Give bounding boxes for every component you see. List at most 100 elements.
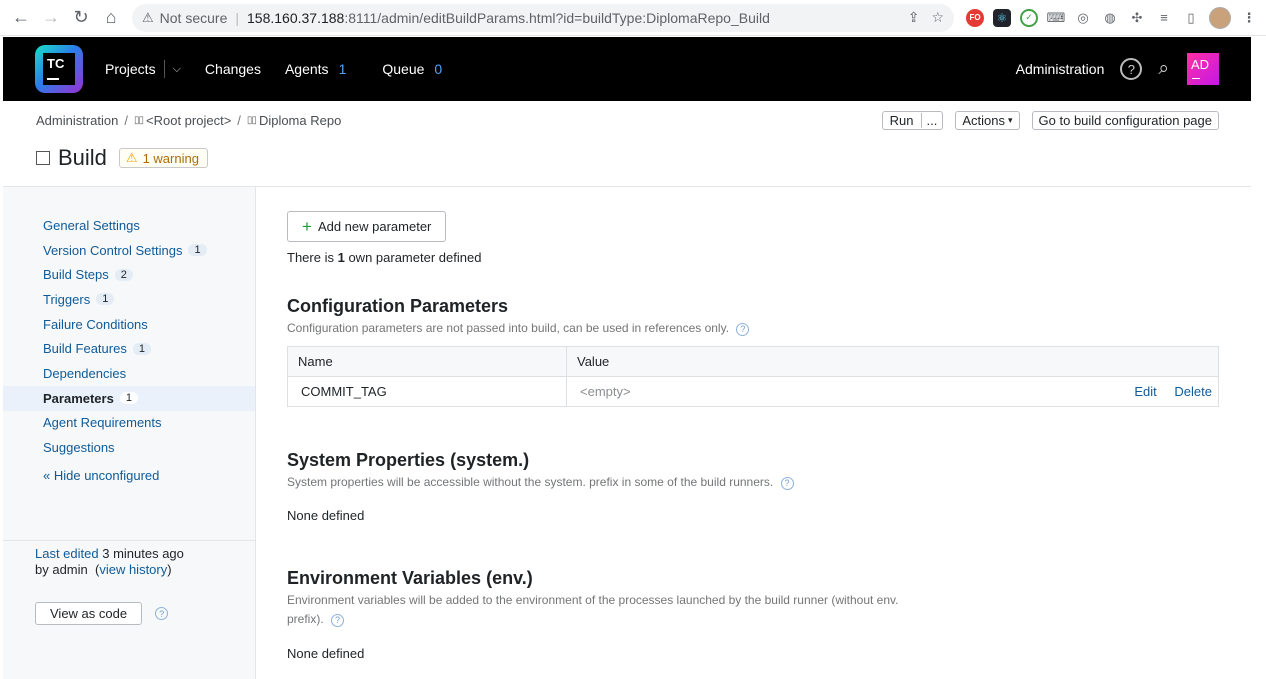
own-params-suffix: own parameter defined — [348, 250, 482, 265]
forward-icon[interactable]: → — [38, 5, 64, 31]
nav-changes[interactable]: Changes — [205, 61, 261, 77]
sidebar-item-vcs-settings[interactable]: Version Control Settings 1 — [3, 238, 255, 263]
warning-badge[interactable]: ⚠ 1 warning — [118, 148, 208, 168]
sidebar-item-build-features[interactable]: Build Features 1 — [3, 336, 255, 361]
nav-projects-label: Projects — [105, 61, 156, 77]
count-badge: 2 — [114, 268, 133, 281]
nav-queue-label: Queue — [382, 61, 425, 77]
reload-icon[interactable]: ↻ — [68, 5, 94, 31]
help-icon[interactable]: ? — [780, 477, 794, 490]
breadcrumb-separator: / — [124, 113, 128, 128]
breadcrumb-root-project[interactable]: <Root project> — [146, 113, 231, 128]
share-icon[interactable]: ⇪ — [908, 9, 920, 26]
sidebar-item-parameters[interactable]: Parameters 1 — [3, 385, 255, 411]
breadcrumb-administration[interactable]: Administration — [36, 113, 118, 128]
side-panel-icon[interactable]: ▯ — [1182, 8, 1200, 27]
warning-text: 1 warning — [142, 150, 199, 166]
sidebar-item-triggers[interactable]: Triggers 1 — [3, 287, 255, 312]
help-icon[interactable]: ? — [736, 323, 750, 336]
table-row[interactable]: COMMIT_TAG <empty> Edit Delete — [287, 376, 1219, 407]
select-checkbox[interactable] — [36, 151, 50, 165]
top-actions: Run ... Actions ▾ Go to build configurat… — [881, 111, 1219, 130]
keyboard-extension-icon[interactable]: ⌨ — [1047, 8, 1065, 27]
count-badge: 1 — [188, 244, 207, 257]
warning-icon: ⚠ — [142, 9, 154, 25]
add-new-parameter-button[interactable]: + Add new parameter — [287, 211, 447, 242]
table-header-row: Name Value — [287, 346, 1219, 377]
sidebar-item-general-settings[interactable]: General Settings — [3, 213, 255, 238]
main-nav: Projects ⌵ Changes Agents 1 Queue 0 — [105, 60, 466, 78]
sidebar: General Settings Version Control Setting… — [3, 187, 256, 679]
delete-link[interactable]: Delete — [1174, 384, 1212, 399]
config-params-desc-text: Configuration parameters are not passed … — [287, 321, 730, 335]
logo-text: TC — [43, 53, 75, 85]
config-params-desc: Configuration parameters are not passed … — [287, 319, 750, 338]
sidebar-item-label: Failure Conditions — [43, 316, 148, 332]
address-bar[interactable]: ⚠ Not secure | 158.160.37.188 :8111/admi… — [132, 3, 954, 32]
breadcrumb: Administration / ▯▯ <Root project> / ▯▯ … — [36, 113, 341, 128]
media-icon[interactable]: ≡ — [1155, 8, 1173, 27]
user-avatar[interactable]: AD — [1187, 53, 1219, 85]
header-right: Administration ? ⌕ AD — [1016, 53, 1251, 85]
globe-icon[interactable]: ◍ — [1101, 8, 1119, 27]
home-icon[interactable]: ⌂ — [98, 5, 124, 31]
run-button[interactable]: Run — [883, 113, 921, 128]
count-badge: 1 — [119, 392, 138, 405]
breadcrumb-separator: / — [237, 113, 241, 128]
green-extension-icon[interactable]: ✓ — [1020, 8, 1038, 27]
system-props-desc: System properties will be accessible wit… — [287, 473, 794, 492]
nav-projects[interactable]: Projects ⌵ — [105, 60, 181, 78]
circle-extension-icon[interactable]: ◎ — [1074, 8, 1092, 27]
bookmark-star-icon[interactable]: ☆ — [931, 9, 944, 26]
search-icon[interactable]: ⌕ — [1158, 58, 1169, 80]
hide-unconfigured-link[interactable]: « Hide unconfigured — [43, 468, 159, 483]
nav-queue[interactable]: Queue 0 — [382, 61, 442, 77]
sidebar-item-agent-requirements[interactable]: Agent Requirements — [3, 411, 255, 436]
column-header-value: Value — [566, 346, 1219, 377]
profile-avatar[interactable] — [1209, 6, 1231, 29]
count-badge: 1 — [96, 293, 115, 306]
sidebar-item-label: Build Steps — [43, 267, 109, 283]
view-code-row: View as code ? — [35, 602, 169, 625]
administration-link[interactable]: Administration — [1016, 61, 1105, 77]
config-params-table: Name Value COMMIT_TAG <empty> Edit Delet… — [287, 346, 1219, 407]
breadcrumb-project[interactable]: Diploma Repo — [259, 113, 341, 128]
actions-dropdown[interactable]: Actions ▾ — [955, 111, 1020, 130]
actions-label: Actions — [962, 113, 1005, 128]
sidebar-item-build-steps[interactable]: Build Steps 2 — [3, 262, 255, 287]
warning-triangle-icon: ⚠ — [125, 150, 138, 165]
view-history-link[interactable]: view history — [99, 562, 167, 577]
sidebar-nav: General Settings Version Control Setting… — [3, 187, 255, 460]
url-path: :8111/admin/editBuildParams.html?id=buil… — [344, 9, 770, 26]
last-edited-link[interactable]: Last edited — [35, 546, 99, 561]
teamcity-logo[interactable]: TC — [35, 45, 83, 93]
project-icon: ▯▯ — [134, 115, 144, 126]
own-params-count: 1 — [337, 250, 345, 265]
last-edited-time: 3 minutes ago — [102, 546, 184, 561]
help-icon[interactable]: ? — [331, 614, 345, 627]
config-params-title: Configuration Parameters — [287, 296, 509, 316]
sidebar-item-failure-conditions[interactable]: Failure Conditions — [3, 312, 255, 337]
nav-agents-label: Agents — [284, 61, 329, 77]
run-more-button[interactable]: ... — [920, 113, 943, 128]
chevron-down-icon[interactable]: ⌵ — [173, 63, 181, 76]
nav-agents[interactable]: Agents 1 — [285, 61, 346, 77]
fo-extension-icon[interactable]: FO — [966, 8, 984, 27]
view-as-code-button[interactable]: View as code — [35, 602, 143, 625]
react-devtools-icon[interactable]: ⚛ — [993, 8, 1011, 27]
edit-link[interactable]: Edit — [1134, 384, 1156, 399]
help-icon[interactable]: ? — [155, 607, 169, 620]
sidebar-item-suggestions[interactable]: Suggestions — [3, 435, 255, 460]
back-icon[interactable]: ← — [8, 5, 34, 31]
puzzle-icon[interactable]: ✣ — [1128, 8, 1146, 27]
sidebar-item-label: Version Control Settings — [43, 242, 183, 258]
help-icon[interactable]: ? — [1120, 58, 1143, 80]
sidebar-item-dependencies[interactable]: Dependencies — [3, 361, 255, 386]
nav-changes-label: Changes — [204, 61, 261, 77]
sidebar-item-label: Build Features — [43, 341, 127, 357]
page-title: Build — [58, 145, 107, 170]
url-host: 158.160.37.188 — [247, 9, 345, 26]
menu-icon[interactable]: ⋮ — [1240, 8, 1258, 27]
sidebar-item-label: Suggestions — [43, 440, 115, 456]
go-to-build-config-button[interactable]: Go to build configuration page — [1031, 111, 1219, 130]
